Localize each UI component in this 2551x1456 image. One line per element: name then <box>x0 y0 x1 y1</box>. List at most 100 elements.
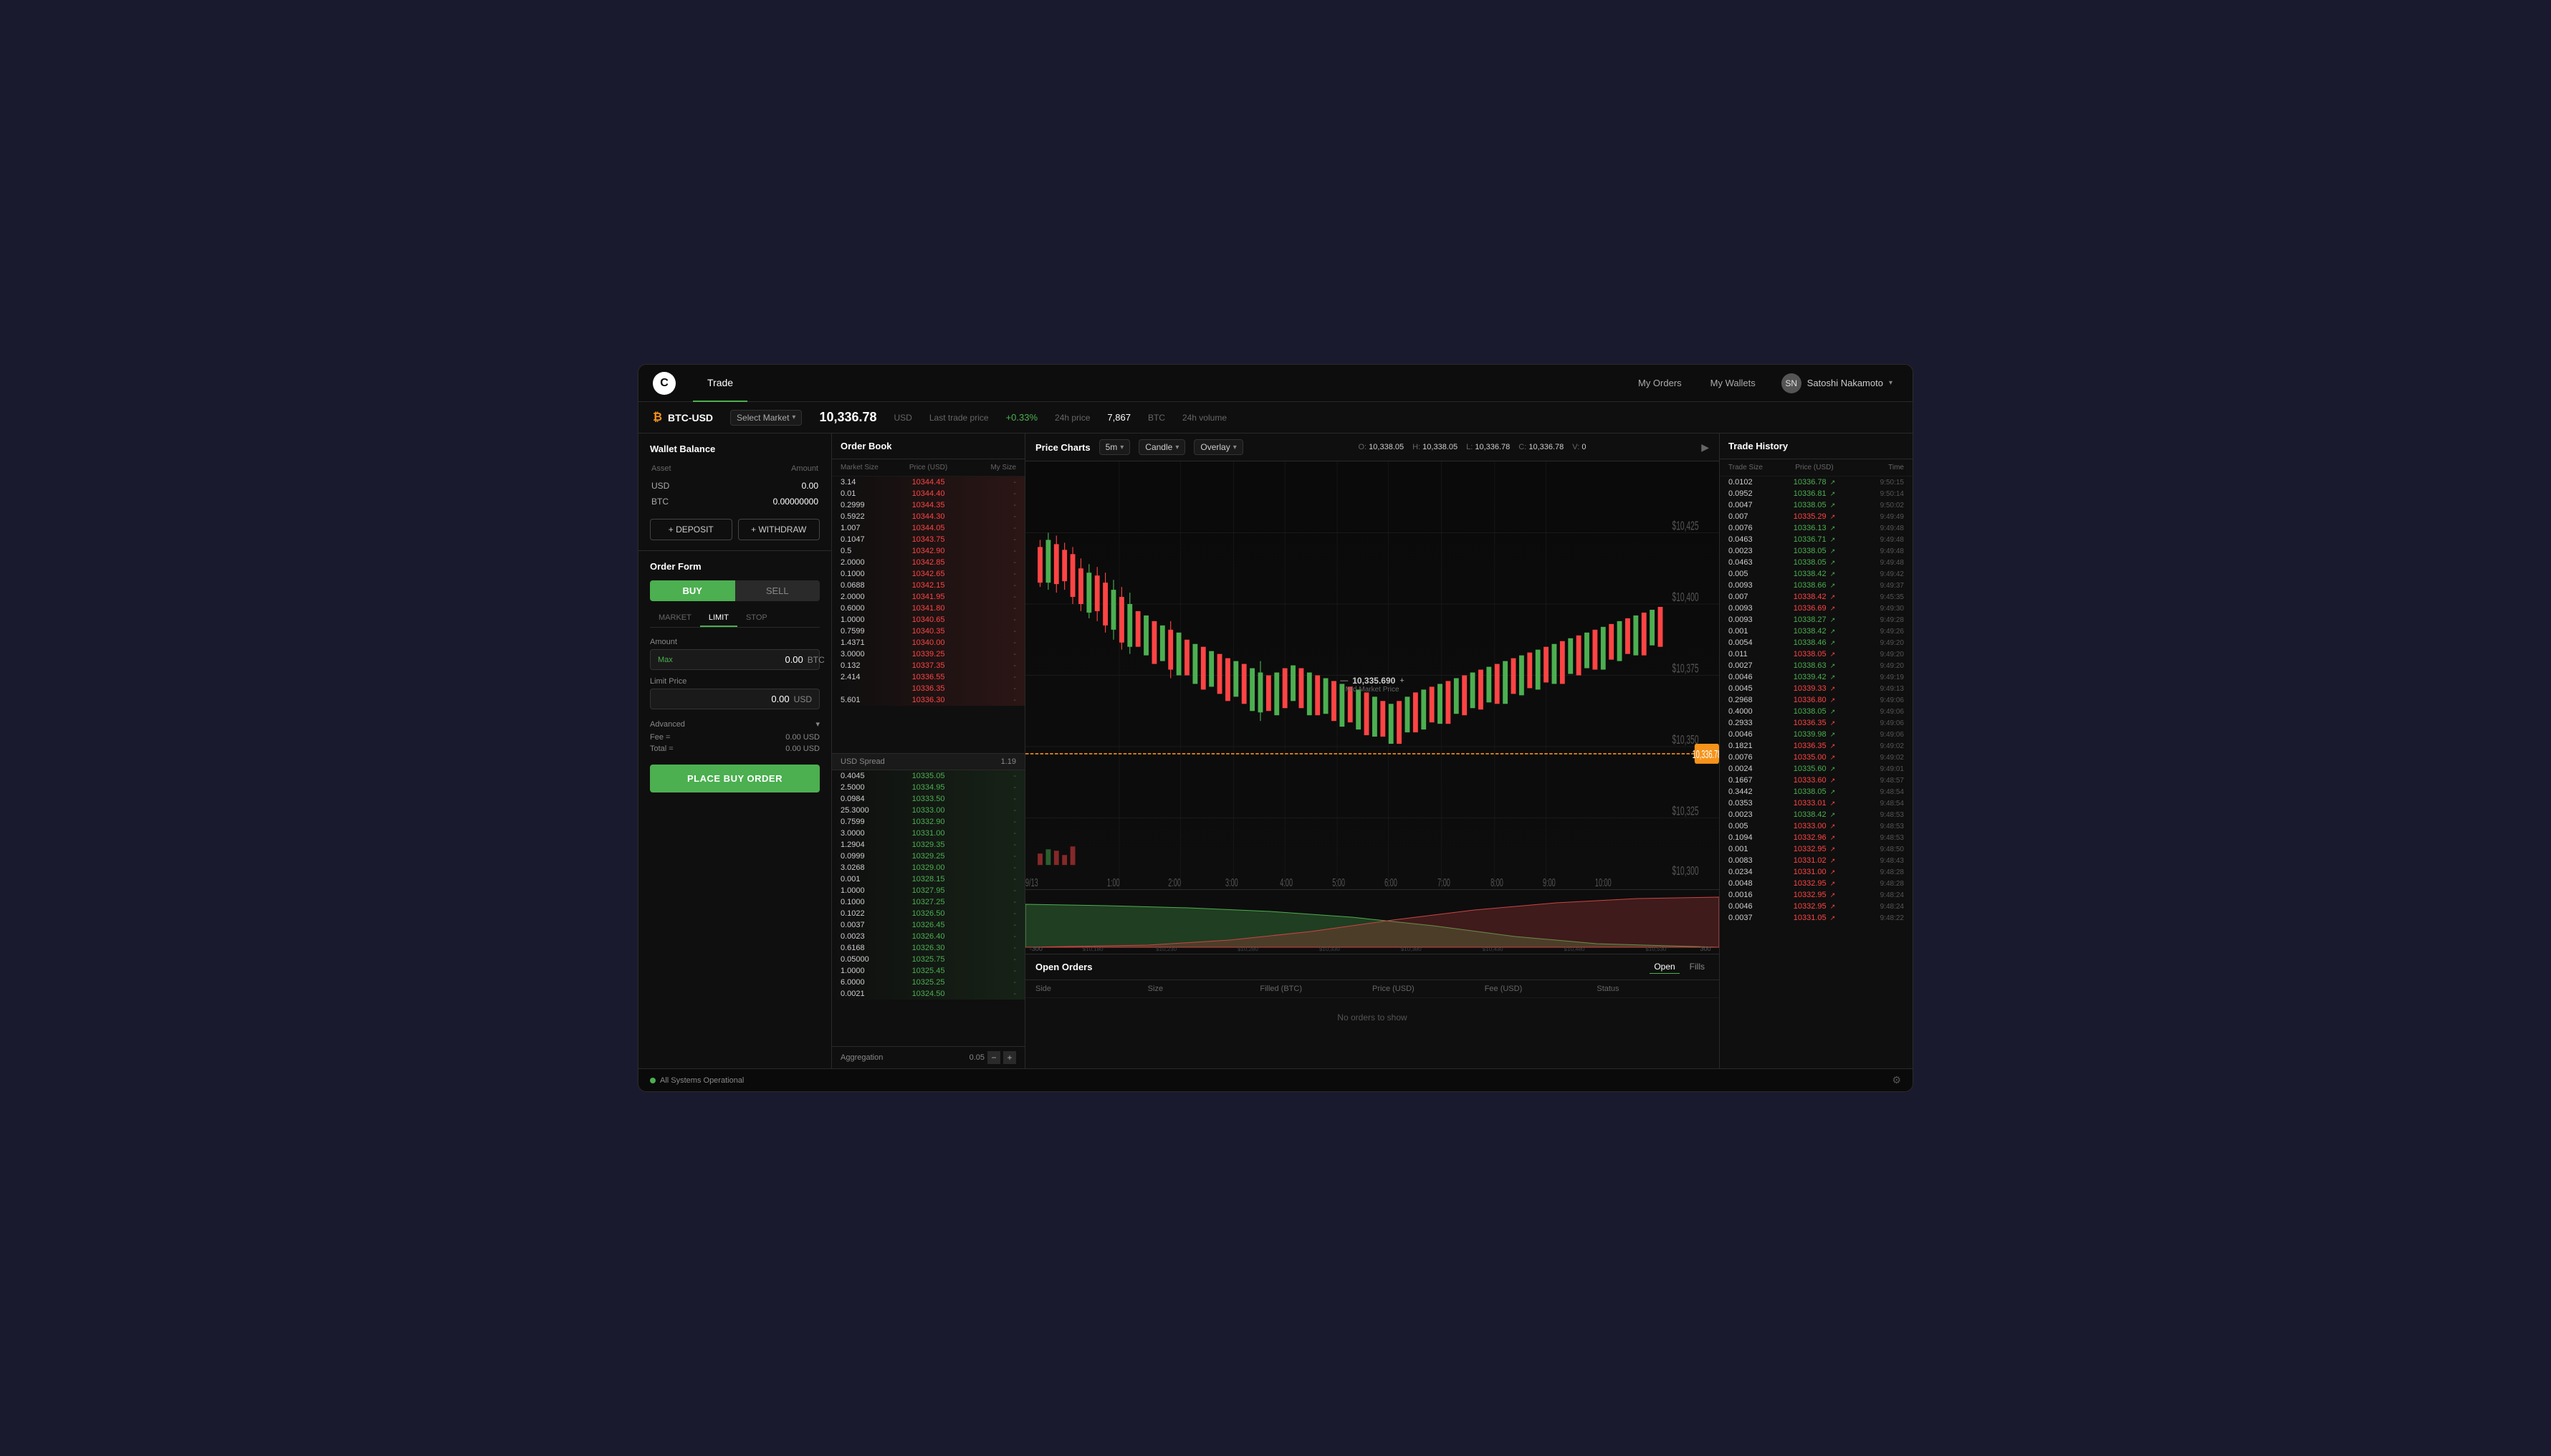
spread-value: 1.19 <box>1001 757 1016 766</box>
wallet-row-btc: BTC 0.00000000 <box>651 494 818 509</box>
my-orders-button[interactable]: My Orders <box>1629 373 1690 393</box>
order-book-chart-row: Order Book Market Size Price (USD) My Si… <box>832 434 1719 1068</box>
wallet-amount-usd: 0.00 <box>703 479 818 493</box>
sell-tab[interactable]: SELL <box>735 580 820 601</box>
buy-order-row[interactable]: 25.300010333.00- <box>832 805 1025 816</box>
sell-order-row[interactable]: 0.068810342.15- <box>832 580 1025 591</box>
oo-col-side: Side <box>1035 985 1148 993</box>
chart-type-control[interactable]: Candle ▾ <box>1139 439 1185 455</box>
sell-order-row[interactable]: 5.60110336.30- <box>832 694 1025 706</box>
sell-order-row[interactable]: 3.1410344.45- <box>832 476 1025 488</box>
candlestick-chart[interactable]: $10,425 $10,400 $10,375 $10,350 $10,325 … <box>1025 461 1719 889</box>
sell-order-row[interactable]: 2.41410336.55- <box>832 671 1025 683</box>
sell-order-row[interactable]: 0.0110344.40- <box>832 488 1025 499</box>
trade-row: 0.00510333.00 ↗9:48:53 <box>1720 820 1913 832</box>
sell-order-row[interactable]: 0.510342.90- <box>832 545 1025 557</box>
settings-gear-icon[interactable]: ⚙ <box>1892 1074 1901 1086</box>
market-tab[interactable]: MARKET <box>650 610 700 627</box>
aggregation-decrease[interactable]: − <box>987 1051 1000 1064</box>
open-orders-title: Open Orders <box>1035 962 1092 972</box>
amount-input[interactable] <box>677 654 803 665</box>
place-order-button[interactable]: PLACE BUY ORDER <box>650 765 820 792</box>
sell-order-row[interactable]: 0.104710343.75- <box>832 534 1025 545</box>
svg-text:$10,230: $10,230 <box>1156 946 1177 952</box>
buy-order-row[interactable]: 0.759910332.90- <box>832 816 1025 828</box>
trade-row: 0.00110332.95 ↗9:48:50 <box>1720 843 1913 855</box>
sell-order-row[interactable]: 0.299910344.35- <box>832 499 1025 511</box>
buy-order-row[interactable]: 0.102210326.50- <box>832 908 1025 919</box>
buy-order-row[interactable]: 2.500010334.95- <box>832 782 1025 793</box>
timeframe-control[interactable]: 5m ▾ <box>1099 439 1131 455</box>
buy-tab[interactable]: BUY <box>650 580 735 601</box>
buy-order-row[interactable]: 1.290410329.35- <box>832 839 1025 851</box>
sell-order-row[interactable]: 0.592210344.30- <box>832 511 1025 522</box>
buy-order-row[interactable]: 0.002110324.50- <box>832 988 1025 1000</box>
sell-order-row[interactable]: 2.000010342.85- <box>832 557 1025 568</box>
trade-row: 0.035310333.01 ↗9:48:54 <box>1720 798 1913 809</box>
sell-order-row[interactable]: 1.00710344.05- <box>832 522 1025 534</box>
trade-row: 0.003710331.05 ↗9:48:22 <box>1720 912 1913 924</box>
trade-row: 0.182110336.35 ↗9:49:02 <box>1720 740 1913 752</box>
overlay-control[interactable]: Overlay ▾ <box>1194 439 1243 455</box>
buy-order-row[interactable]: 0.00110328.15- <box>832 873 1025 885</box>
limit-price-group: Limit Price USD <box>650 677 820 709</box>
sell-order-row[interactable]: 0.600010341.80- <box>832 603 1025 614</box>
buy-order-row[interactable]: 6.000010325.25- <box>832 977 1025 988</box>
order-form: Order Form BUY SELL MARKET LIMIT STOP Am… <box>638 551 831 803</box>
price-desc: Last trade price <box>929 413 989 423</box>
oo-col-price: Price (USD) <box>1372 985 1485 993</box>
buy-order-row[interactable]: 1.000010325.45- <box>832 965 1025 977</box>
market-select[interactable]: Select Market ▾ <box>730 410 802 426</box>
sell-order-row[interactable]: 2.000010341.95- <box>832 591 1025 603</box>
volume-currency: BTC <box>1148 413 1165 423</box>
buy-order-row[interactable]: 1.000010327.95- <box>832 885 1025 896</box>
navbar: C Trade My Orders My Wallets SN Satoshi … <box>638 365 1913 402</box>
ticker-bar: ₿ BTC-USD Select Market ▾ 10,336.78 USD … <box>638 402 1913 434</box>
wallet-asset-btc: BTC <box>651 494 702 509</box>
deposit-button[interactable]: + DEPOSIT <box>650 519 732 540</box>
sell-order-row[interactable]: 0.100010342.65- <box>832 568 1025 580</box>
advanced-label: Advanced <box>650 720 685 729</box>
change-label: 24h price <box>1055 413 1090 423</box>
limit-tab[interactable]: LIMIT <box>700 610 737 627</box>
buy-order-row[interactable]: 3.000010331.00- <box>832 828 1025 839</box>
depth-chart: -300 300 $10,180 $10,230 $10,280 $10,330… <box>1025 889 1719 954</box>
buy-order-row[interactable]: 0.100010327.25- <box>832 896 1025 908</box>
logo[interactable]: C <box>653 372 676 395</box>
limit-price-input[interactable] <box>658 694 790 704</box>
tab-fills[interactable]: Fills <box>1685 960 1709 974</box>
sell-order-row[interactable]: 0.759910340.35- <box>832 626 1025 637</box>
sell-order-row[interactable]: 1.000010340.65- <box>832 614 1025 626</box>
withdraw-button[interactable]: + WITHDRAW <box>738 519 820 540</box>
sell-order-row[interactable]: 3.000010339.25- <box>832 648 1025 660</box>
stop-tab[interactable]: STOP <box>737 610 776 627</box>
my-wallets-button[interactable]: My Wallets <box>1702 373 1764 393</box>
svg-text:$10,400: $10,400 <box>1672 590 1699 605</box>
buy-order-row[interactable]: 0.098410333.50- <box>832 793 1025 805</box>
buy-order-row[interactable]: 3.026810329.00- <box>832 862 1025 873</box>
btc-icon: ₿ <box>653 411 662 424</box>
fee-row: Fee = 0.00 USD <box>650 732 820 743</box>
buy-sell-tabs: BUY SELL <box>650 580 820 601</box>
buy-order-row[interactable]: 0.099910329.25- <box>832 851 1025 862</box>
svg-text:9:00: 9:00 <box>1543 876 1556 889</box>
main-layout: Wallet Balance Asset Amount USD 0.00 <box>638 434 1913 1068</box>
buy-order-row[interactable]: 0.003710326.45- <box>832 919 1025 931</box>
max-label[interactable]: Max <box>658 656 673 664</box>
total-label: Total = <box>650 744 674 753</box>
nav-tab-trade[interactable]: Trade <box>693 365 747 402</box>
user-menu[interactable]: SN Satoshi Nakamoto ▾ <box>1776 370 1898 396</box>
buy-order-row[interactable]: 0.002310326.40- <box>832 931 1025 942</box>
sell-order-row[interactable]: 0.13210337.35- <box>832 660 1025 671</box>
aggregation-increase[interactable]: + <box>1003 1051 1016 1064</box>
buy-order-row[interactable]: 0.0500010325.75- <box>832 954 1025 965</box>
buy-order-row[interactable]: 0.404510335.05- <box>832 770 1025 782</box>
status-text: All Systems Operational <box>660 1076 744 1085</box>
buy-order-row[interactable]: 0.616810326.30- <box>832 942 1025 954</box>
chart-expand[interactable]: ▶ <box>1701 441 1709 454</box>
tab-open[interactable]: Open <box>1650 960 1679 974</box>
advanced-row[interactable]: Advanced ▾ <box>650 717 820 732</box>
sell-order-row[interactable]: 1.437110340.00- <box>832 637 1025 648</box>
chart-ohlcv: O: 10,338.05 H: 10,338.05 L: 10,336.78 C… <box>1359 443 1586 451</box>
sell-order-row[interactable]: 10336.35- <box>832 683 1025 694</box>
